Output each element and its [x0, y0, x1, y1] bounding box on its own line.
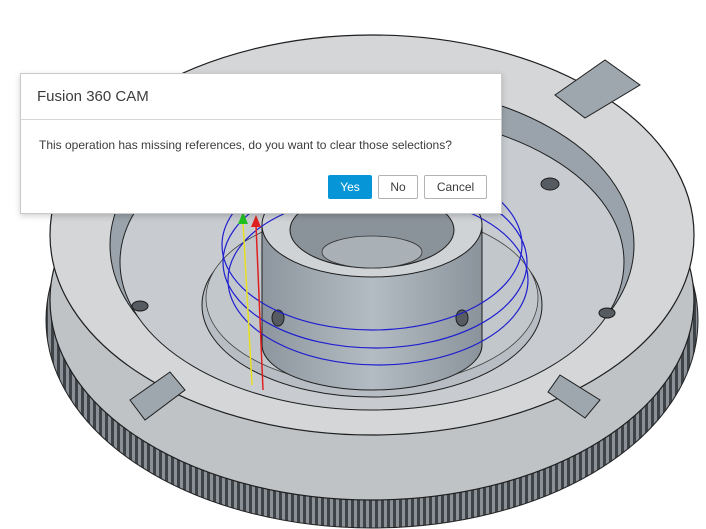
- dialog-divider: [21, 119, 501, 120]
- no-button[interactable]: No: [378, 175, 418, 199]
- yes-button[interactable]: Yes: [328, 175, 372, 199]
- hole-ring-far-right: [598, 307, 616, 319]
- hole-flange-left: [271, 309, 285, 327]
- cancel-button[interactable]: Cancel: [424, 175, 487, 199]
- dialog-title: Fusion 360 CAM: [37, 88, 149, 105]
- clear-selections-dialog: Fusion 360 CAM This operation has missin…: [20, 73, 502, 214]
- hole-ring-right: [540, 177, 560, 191]
- hub-bore-floor: [321, 235, 423, 269]
- dialog-message: This operation has missing references, d…: [39, 138, 452, 152]
- hole-ring-left: [131, 300, 149, 312]
